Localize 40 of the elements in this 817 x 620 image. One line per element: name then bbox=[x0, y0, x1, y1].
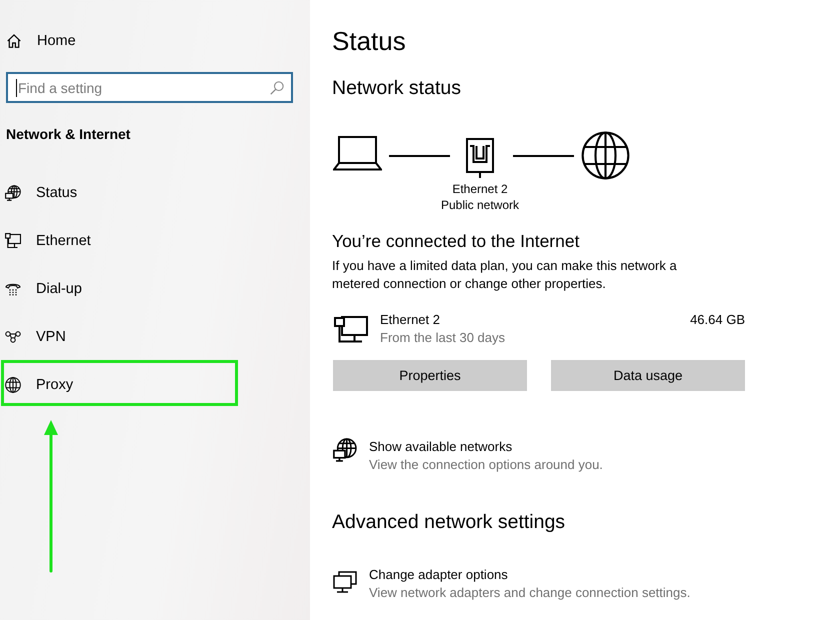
globe-monitor-icon bbox=[5, 185, 21, 201]
home-link[interactable]: Home bbox=[0, 21, 127, 61]
adapter-name: Ethernet 2 bbox=[380, 311, 441, 329]
action-button[interactable]: Data usage bbox=[551, 360, 745, 391]
settings-link[interactable]: Change adapter options bbox=[369, 566, 508, 584]
page-title: Status bbox=[332, 25, 407, 58]
globe-icon bbox=[5, 377, 21, 393]
section-title: Network & Internet bbox=[6, 125, 132, 144]
section-heading: Network status bbox=[332, 76, 462, 101]
settings-link[interactable]: Show available networks bbox=[369, 438, 512, 456]
globe-icon bbox=[581, 131, 630, 180]
search-icon bbox=[270, 81, 284, 95]
ethernet-port-icon bbox=[466, 138, 494, 178]
link-description: View the connection options around you. bbox=[369, 456, 603, 474]
data-amount: 46.64 GB bbox=[690, 311, 745, 329]
connection-description: If you have a limited data plan, you can make this network a metered connection or change other properties. bbox=[332, 257, 678, 293]
phone-icon bbox=[5, 281, 21, 297]
home-icon bbox=[7, 34, 21, 48]
network-type-label: Public network bbox=[440, 197, 520, 213]
search-field[interactable]: Find a setting bbox=[6, 72, 293, 103]
connector-line bbox=[513, 155, 574, 157]
laptop-icon bbox=[333, 136, 382, 171]
globe-monitor-icon bbox=[333, 438, 357, 462]
monitors-icon bbox=[333, 571, 357, 595]
linked-nodes-icon bbox=[5, 331, 21, 343]
usage-period: From the last 30 days bbox=[380, 329, 506, 347]
nav-item[interactable]: Ethernet bbox=[0, 217, 310, 265]
nav-item[interactable]: Dial-up bbox=[0, 265, 310, 313]
nav-item[interactable]: Status bbox=[0, 169, 310, 217]
section-heading: Advanced network settings bbox=[332, 510, 566, 535]
adapter-label: Ethernet 2 bbox=[452, 181, 508, 197]
connection-heading: You’re connected to the Internet bbox=[332, 230, 580, 252]
connector-line bbox=[389, 155, 450, 157]
nav-item[interactable]: Proxy bbox=[0, 361, 310, 409]
text-cursor bbox=[16, 79, 17, 97]
monitor-plug-icon bbox=[5, 233, 21, 249]
link-description: View network adapters and change connection settings. bbox=[369, 584, 690, 602]
action-button[interactable]: Properties bbox=[333, 360, 527, 391]
monitor-plug-icon bbox=[334, 316, 368, 343]
nav-item[interactable]: VPN bbox=[0, 313, 310, 361]
